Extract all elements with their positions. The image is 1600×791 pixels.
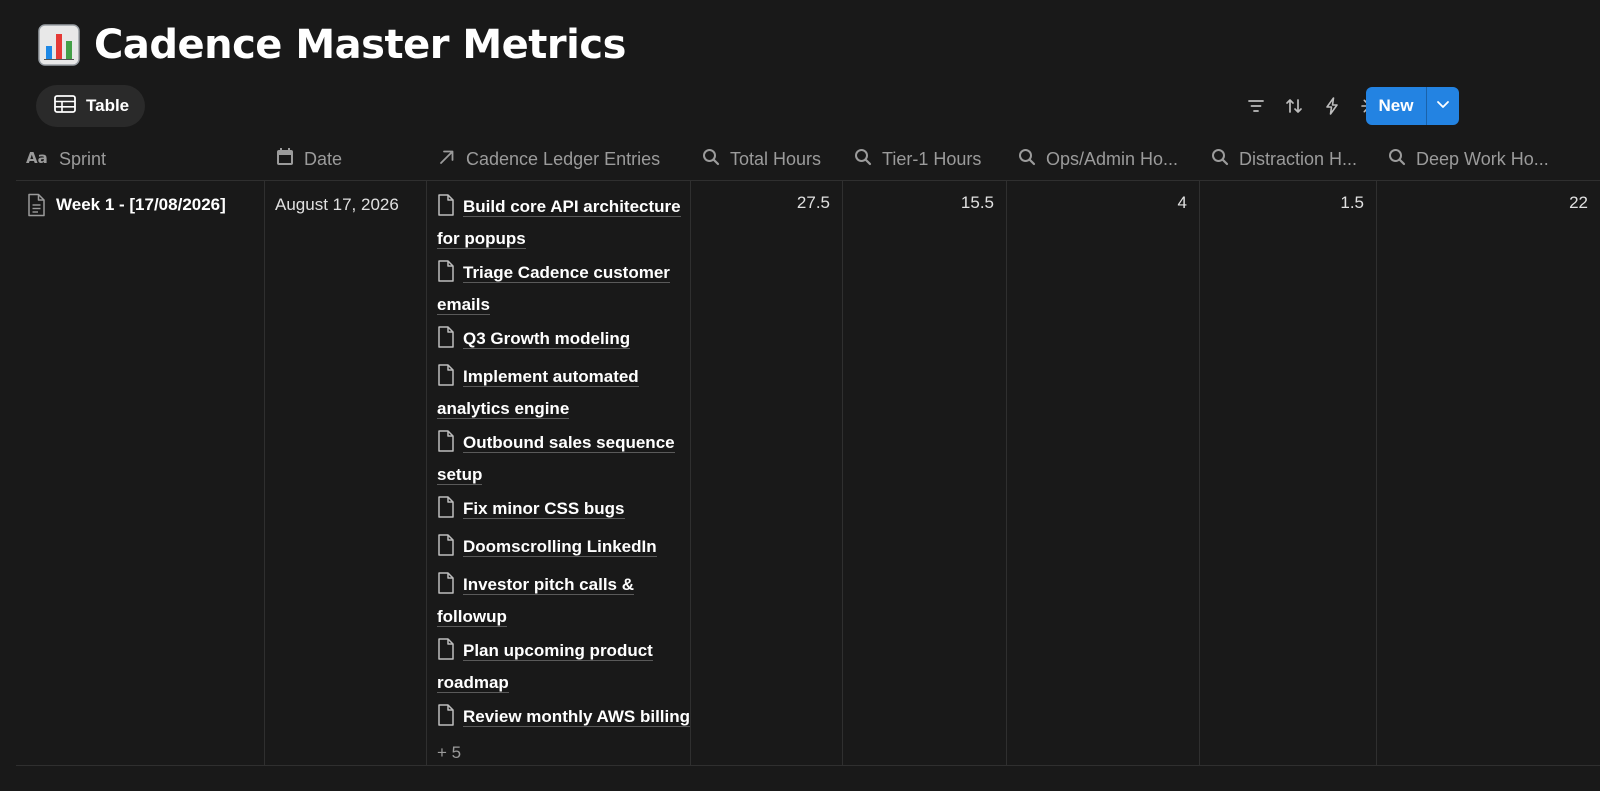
ledger-entry-title: Build core API architecture for popups — [437, 197, 681, 249]
new-dropdown-button[interactable] — [1427, 87, 1459, 125]
date-cell[interactable]: August 17, 2026 — [265, 181, 427, 765]
title-aa-icon: Aa — [26, 148, 50, 171]
ledger-entry-title: Implement automated analytics engine — [437, 367, 639, 419]
calendar-icon — [275, 147, 295, 172]
relation-arrow-icon — [437, 147, 457, 172]
ledger-entry-title: Outbound sales sequence setup — [437, 433, 675, 485]
ledger-entry-title: Plan upcoming product roadmap — [437, 641, 653, 693]
new-button-group: New — [1366, 87, 1459, 125]
rollup-search-icon — [1387, 147, 1407, 172]
rollup-search-icon — [1017, 147, 1037, 172]
page-title[interactable]: Cadence Master Metrics — [94, 22, 626, 68]
page-icon — [437, 496, 455, 527]
page-icon — [437, 704, 455, 735]
ledger-entry-link[interactable]: Plan upcoming product roadmap — [437, 637, 690, 697]
column-label: Tier-1 Hours — [882, 148, 982, 169]
ledger-entry-link[interactable]: Build core API architecture for popups — [437, 193, 690, 253]
ledger-entry-link[interactable]: Q3 Growth modeling — [437, 325, 690, 357]
view-tab-table[interactable]: Table — [36, 85, 146, 127]
column-header-ops-admin-hours[interactable]: Ops/Admin Ho... — [1007, 138, 1200, 180]
rollup-search-icon — [853, 147, 873, 172]
table-icon — [54, 94, 76, 118]
column-header-deep-work-hours[interactable]: Deep Work Ho... — [1377, 138, 1600, 180]
column-header-tier1-hours[interactable]: Tier-1 Hours — [843, 138, 1007, 180]
page-icon — [437, 534, 455, 565]
ledger-entry-link[interactable]: Implement automated analytics engine — [437, 363, 690, 423]
more-entries-link[interactable]: + 5 — [437, 741, 690, 765]
total-hours-value: 27.5 — [796, 193, 830, 212]
page-document-icon — [26, 193, 46, 222]
ledger-entry-title: Triage Cadence customer emails — [437, 263, 670, 315]
table-row: Week 1 - [17/08/2026] August 17, 2026 Bu… — [16, 181, 1600, 766]
rollup-search-icon — [701, 147, 721, 172]
page-header: Cadence Master Metrics — [36, 14, 626, 76]
column-label: Total Hours — [730, 148, 822, 169]
distraction-hours-cell[interactable]: 1.5 — [1200, 181, 1377, 765]
date-value: August 17, 2026 — [275, 195, 399, 214]
sort-icon[interactable] — [1280, 92, 1308, 120]
ledger-entry-link[interactable]: Investor pitch calls & followup — [437, 571, 690, 631]
view-tab-label: Table — [86, 96, 130, 115]
deep-work-hours-value: 22 — [1569, 193, 1588, 212]
ledger-entry-title: Review monthly AWS billing — [463, 707, 691, 727]
column-header-total-hours[interactable]: Total Hours — [691, 138, 843, 180]
column-header-date[interactable]: Date — [265, 138, 427, 180]
total-hours-cell[interactable]: 27.5 — [691, 181, 843, 765]
ledger-entry-link[interactable]: Review monthly AWS billing — [437, 703, 691, 735]
ledger-entries-cell[interactable]: Build core API architecture for popups Tr… — [427, 181, 691, 765]
ledger-entry-title: Doomscrolling LinkedIn — [463, 537, 657, 557]
ledger-entry-link[interactable]: Triage Cadence customer emails — [437, 259, 690, 319]
ledger-entry-title: Q3 Growth modeling — [463, 329, 631, 349]
column-header-distraction-hours[interactable]: Distraction H... — [1200, 138, 1377, 180]
column-label: Deep Work Ho... — [1416, 148, 1549, 169]
database-table: Aa Sprint Date Cadence Ledger Entries To… — [16, 138, 1600, 766]
column-label: Date — [304, 148, 343, 169]
ledger-entry-link[interactable]: Doomscrolling LinkedIn — [437, 533, 690, 565]
ledger-entry-title: Fix minor CSS bugs — [463, 499, 625, 519]
filter-icon[interactable] — [1242, 92, 1270, 120]
chevron-down-icon — [1435, 96, 1451, 117]
page-icon — [437, 194, 455, 225]
table-header: Aa Sprint Date Cadence Ledger Entries To… — [16, 138, 1600, 181]
ledger-entry-link[interactable]: Outbound sales sequence setup — [437, 429, 690, 489]
ops-admin-hours-cell[interactable]: 4 — [1007, 181, 1200, 765]
page-icon — [437, 572, 455, 603]
automation-icon[interactable] — [1318, 92, 1346, 120]
distraction-hours-value: 1.5 — [1340, 193, 1364, 212]
sprint-cell[interactable]: Week 1 - [17/08/2026] — [16, 181, 265, 765]
svg-text:Aa: Aa — [26, 149, 48, 166]
tier1-hours-cell[interactable]: 15.5 — [843, 181, 1007, 765]
page-icon — [437, 260, 455, 291]
ledger-entry-link[interactable]: Fix minor CSS bugs — [437, 495, 690, 527]
page-icon — [437, 638, 455, 669]
column-label: Distraction H... — [1239, 148, 1358, 169]
column-label: Ops/Admin Ho... — [1046, 148, 1179, 169]
new-button[interactable]: New — [1366, 87, 1426, 125]
column-label: Cadence Ledger Entries — [466, 148, 661, 169]
bar-chart-emoji-icon[interactable] — [36, 22, 82, 68]
deep-work-hours-cell[interactable]: 22 — [1377, 181, 1600, 765]
page-icon — [437, 364, 455, 395]
sprint-title[interactable]: Week 1 - [17/08/2026] — [56, 195, 226, 215]
column-header-ledger-entries[interactable]: Cadence Ledger Entries — [427, 138, 691, 180]
column-label: Sprint — [59, 148, 107, 169]
tier1-hours-value: 15.5 — [960, 193, 994, 212]
ops-admin-hours-value: 4 — [1177, 193, 1187, 212]
rollup-search-icon — [1210, 147, 1230, 172]
page-icon — [437, 326, 455, 357]
ledger-entries-list: Build core API architecture for popups Tr… — [427, 193, 691, 735]
ledger-entry-title: Investor pitch calls & followup — [437, 575, 634, 627]
database-page: Cadence Master Metrics Table New Aa Spri… — [0, 0, 1600, 791]
page-icon — [437, 430, 455, 461]
column-header-sprint[interactable]: Aa Sprint — [16, 138, 265, 180]
